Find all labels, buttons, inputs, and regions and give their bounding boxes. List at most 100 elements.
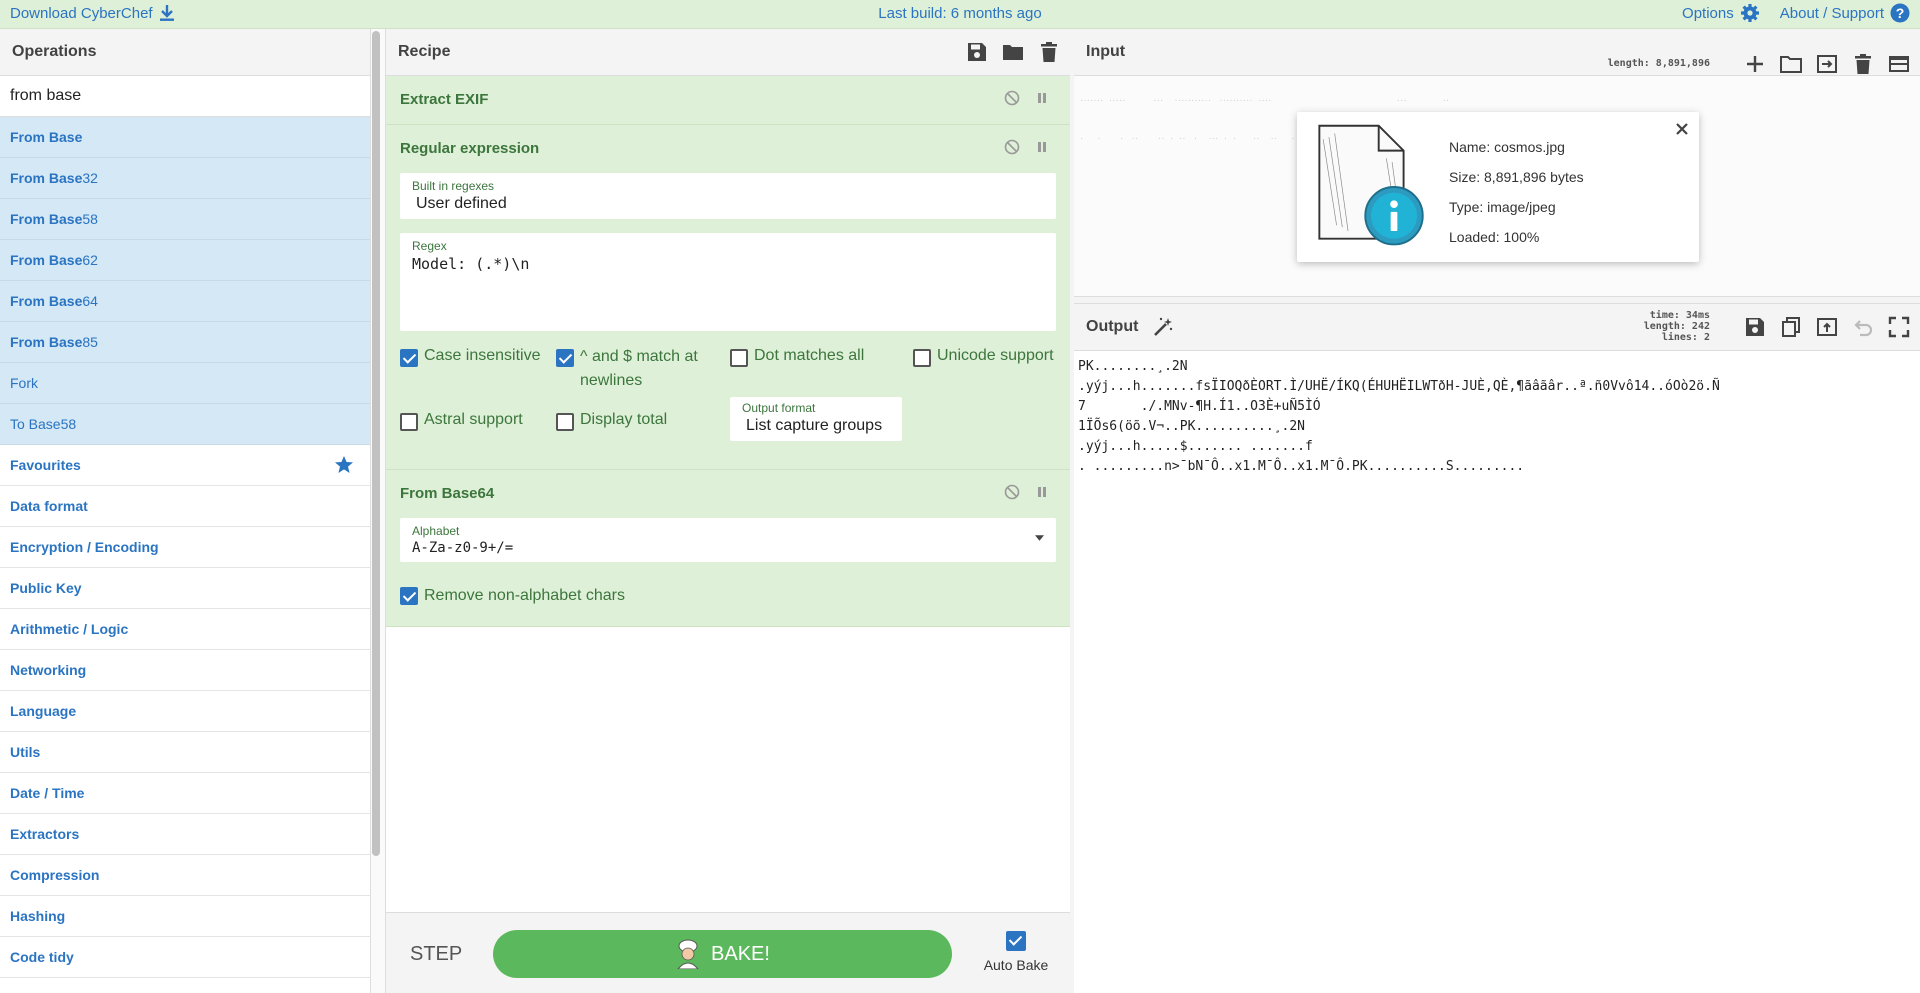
gear-icon[interactable] bbox=[1740, 3, 1760, 23]
close-icon[interactable] bbox=[1675, 122, 1689, 136]
output-format-select[interactable]: Output format List capture groups bbox=[730, 397, 902, 441]
regex-textarea[interactable]: Regex Model: (.*)\n bbox=[400, 233, 1056, 331]
checkbox-unchecked[interactable] bbox=[400, 413, 418, 431]
operations-search-input[interactable]: from base bbox=[0, 76, 370, 117]
clear-input-icon[interactable] bbox=[1852, 53, 1874, 75]
recipe-header: Recipe bbox=[386, 29, 1070, 76]
category-encryption-encoding[interactable]: Encryption / Encoding bbox=[0, 527, 370, 568]
search-value[interactable]: from base bbox=[10, 87, 81, 105]
about-support-button[interactable]: About / Support ? bbox=[1780, 3, 1910, 23]
checkbox-unchecked[interactable] bbox=[730, 349, 748, 367]
download-icon[interactable] bbox=[159, 4, 175, 22]
last-build-link[interactable]: Last build: 6 months ago bbox=[878, 5, 1041, 22]
category-public-key[interactable]: Public Key bbox=[0, 568, 370, 609]
category-hashing[interactable]: Hashing bbox=[0, 896, 370, 937]
options-button[interactable]: Options bbox=[1682, 3, 1760, 23]
category-data-format[interactable]: Data format bbox=[0, 486, 370, 527]
unicode-support-checkbox[interactable]: Unicode support bbox=[913, 347, 1054, 367]
file-loaded: Loaded: 100% bbox=[1449, 229, 1540, 245]
disable-icon[interactable] bbox=[1004, 484, 1020, 500]
options-label[interactable]: Options bbox=[1682, 5, 1734, 22]
add-tab-icon[interactable] bbox=[1744, 53, 1766, 75]
copy-icon[interactable] bbox=[1780, 316, 1802, 338]
save-output-icon[interactable] bbox=[1744, 316, 1766, 338]
about-label[interactable]: About / Support bbox=[1780, 5, 1884, 22]
category-date-time[interactable]: Date / Time bbox=[0, 773, 370, 814]
op-from-base62[interactable]: From Base62 bbox=[0, 240, 370, 281]
auto-bake-checkbox[interactable]: Auto Bake bbox=[981, 931, 1051, 973]
help-icon[interactable]: ? bbox=[1890, 3, 1910, 23]
bake-label[interactable]: BAKE! bbox=[711, 943, 770, 966]
dot-matches-all-checkbox[interactable]: Dot matches all bbox=[730, 347, 864, 367]
checkbox-checked[interactable] bbox=[556, 349, 574, 367]
op-to-base58[interactable]: To Base58 bbox=[0, 404, 370, 445]
category-favourites[interactable]: Favourites bbox=[0, 445, 370, 486]
maximise-icon[interactable] bbox=[1888, 316, 1910, 338]
category-compression[interactable]: Compression bbox=[0, 855, 370, 896]
astral-support-checkbox[interactable]: Astral support bbox=[400, 411, 523, 431]
recipe-op-regular-expression[interactable]: Regular expression Built in regexes User… bbox=[386, 125, 1070, 470]
checkbox-checked[interactable] bbox=[400, 587, 418, 605]
trash-icon[interactable] bbox=[1038, 41, 1060, 63]
category-code-tidy[interactable]: Code tidy bbox=[0, 937, 370, 978]
checkbox-unchecked[interactable] bbox=[556, 413, 574, 431]
undo-icon[interactable] bbox=[1852, 316, 1874, 338]
field-value[interactable]: Model: (.*)\n bbox=[412, 255, 1044, 273]
folder-icon[interactable] bbox=[1002, 41, 1024, 63]
op-from-base64[interactable]: From Base64 bbox=[0, 281, 370, 322]
op-fork[interactable]: Fork bbox=[0, 363, 370, 404]
bake-bar: STEP BAKE! Auto Bake bbox=[386, 912, 1070, 993]
op-from-base85[interactable]: From Base85 bbox=[0, 322, 370, 363]
output-text[interactable]: PK........¸.2N .yýj...h.......fsÏIOQðÈOR… bbox=[1074, 351, 1920, 483]
op-from-base58[interactable]: From Base58 bbox=[0, 199, 370, 240]
op-title: From Base64 bbox=[400, 485, 495, 502]
builtin-regexes-select[interactable]: Built in regexes User defined bbox=[400, 173, 1056, 219]
op-from-base32[interactable]: From Base32 bbox=[0, 158, 370, 199]
disable-icon[interactable] bbox=[1004, 139, 1020, 155]
field-label: Output format bbox=[742, 401, 816, 415]
case-insensitive-checkbox[interactable]: Case insensitive bbox=[400, 347, 541, 367]
recipe-panel: Recipe Extract EXIF Regular expression B… bbox=[386, 29, 1071, 993]
breakpoint-icon[interactable] bbox=[1034, 139, 1050, 155]
io-resizer[interactable] bbox=[1074, 297, 1920, 304]
breakpoint-icon[interactable] bbox=[1034, 484, 1050, 500]
op-from-base[interactable]: From Base bbox=[0, 117, 370, 158]
load-file-icon[interactable] bbox=[1816, 53, 1838, 75]
operations-scrollbar[interactable] bbox=[372, 31, 380, 856]
download-label[interactable]: Download CyberChef bbox=[10, 5, 153, 22]
alphabet-select[interactable]: Alphabet A-Za-z0-9+/= bbox=[400, 518, 1056, 562]
open-folder-icon[interactable] bbox=[1780, 53, 1802, 75]
field-value[interactable]: A-Za-z0-9+/= bbox=[412, 540, 1044, 556]
category-utils[interactable]: Utils bbox=[0, 732, 370, 773]
file-details-card: Name: cosmos.jpg Size: 8,891,896 bytes T… bbox=[1297, 112, 1699, 262]
field-value[interactable]: List capture groups bbox=[742, 417, 890, 435]
category-arithmetic-logic[interactable]: Arithmetic / Logic bbox=[0, 609, 370, 650]
checkbox-checked[interactable] bbox=[1006, 931, 1026, 951]
checkbox-checked[interactable] bbox=[400, 349, 418, 367]
magic-wand-icon[interactable] bbox=[1152, 316, 1174, 338]
caret-down-icon[interactable] bbox=[1035, 535, 1044, 541]
checkbox-unchecked[interactable] bbox=[913, 349, 931, 367]
field-value[interactable]: User defined bbox=[412, 195, 1044, 213]
display-total-checkbox[interactable]: Display total bbox=[556, 411, 667, 431]
save-icon[interactable] bbox=[966, 41, 988, 63]
bake-button[interactable]: BAKE! bbox=[493, 930, 952, 978]
remove-non-alphabet-checkbox[interactable]: Remove non-alphabet chars bbox=[400, 576, 1056, 616]
input-title: Input bbox=[1086, 43, 1126, 60]
download-link[interactable]: Download CyberChef bbox=[10, 4, 175, 22]
input-textarea[interactable]: ······· ····· ··· ··········· ··········… bbox=[1074, 76, 1920, 297]
file-name: Name: cosmos.jpg bbox=[1449, 139, 1565, 155]
category-networking[interactable]: Networking bbox=[0, 650, 370, 691]
output-header: Output time: 34ms length: 242 lines: 2 bbox=[1074, 304, 1920, 351]
layout-icon[interactable] bbox=[1888, 53, 1910, 75]
multiline-checkbox[interactable]: ^ and $ match at newlines bbox=[556, 347, 706, 393]
top-banner: Download CyberChef Last build: 6 months … bbox=[0, 0, 1920, 29]
step-button[interactable]: STEP bbox=[410, 943, 462, 966]
replace-input-icon[interactable] bbox=[1816, 316, 1838, 338]
disable-icon[interactable] bbox=[1004, 90, 1020, 106]
recipe-op-extract-exif[interactable]: Extract EXIF bbox=[386, 76, 1070, 125]
category-extractors[interactable]: Extractors bbox=[0, 814, 370, 855]
category-language[interactable]: Language bbox=[0, 691, 370, 732]
recipe-op-from-base64[interactable]: From Base64 Alphabet A-Za-z0-9+/= Remove… bbox=[386, 470, 1070, 627]
breakpoint-icon[interactable] bbox=[1034, 90, 1050, 106]
